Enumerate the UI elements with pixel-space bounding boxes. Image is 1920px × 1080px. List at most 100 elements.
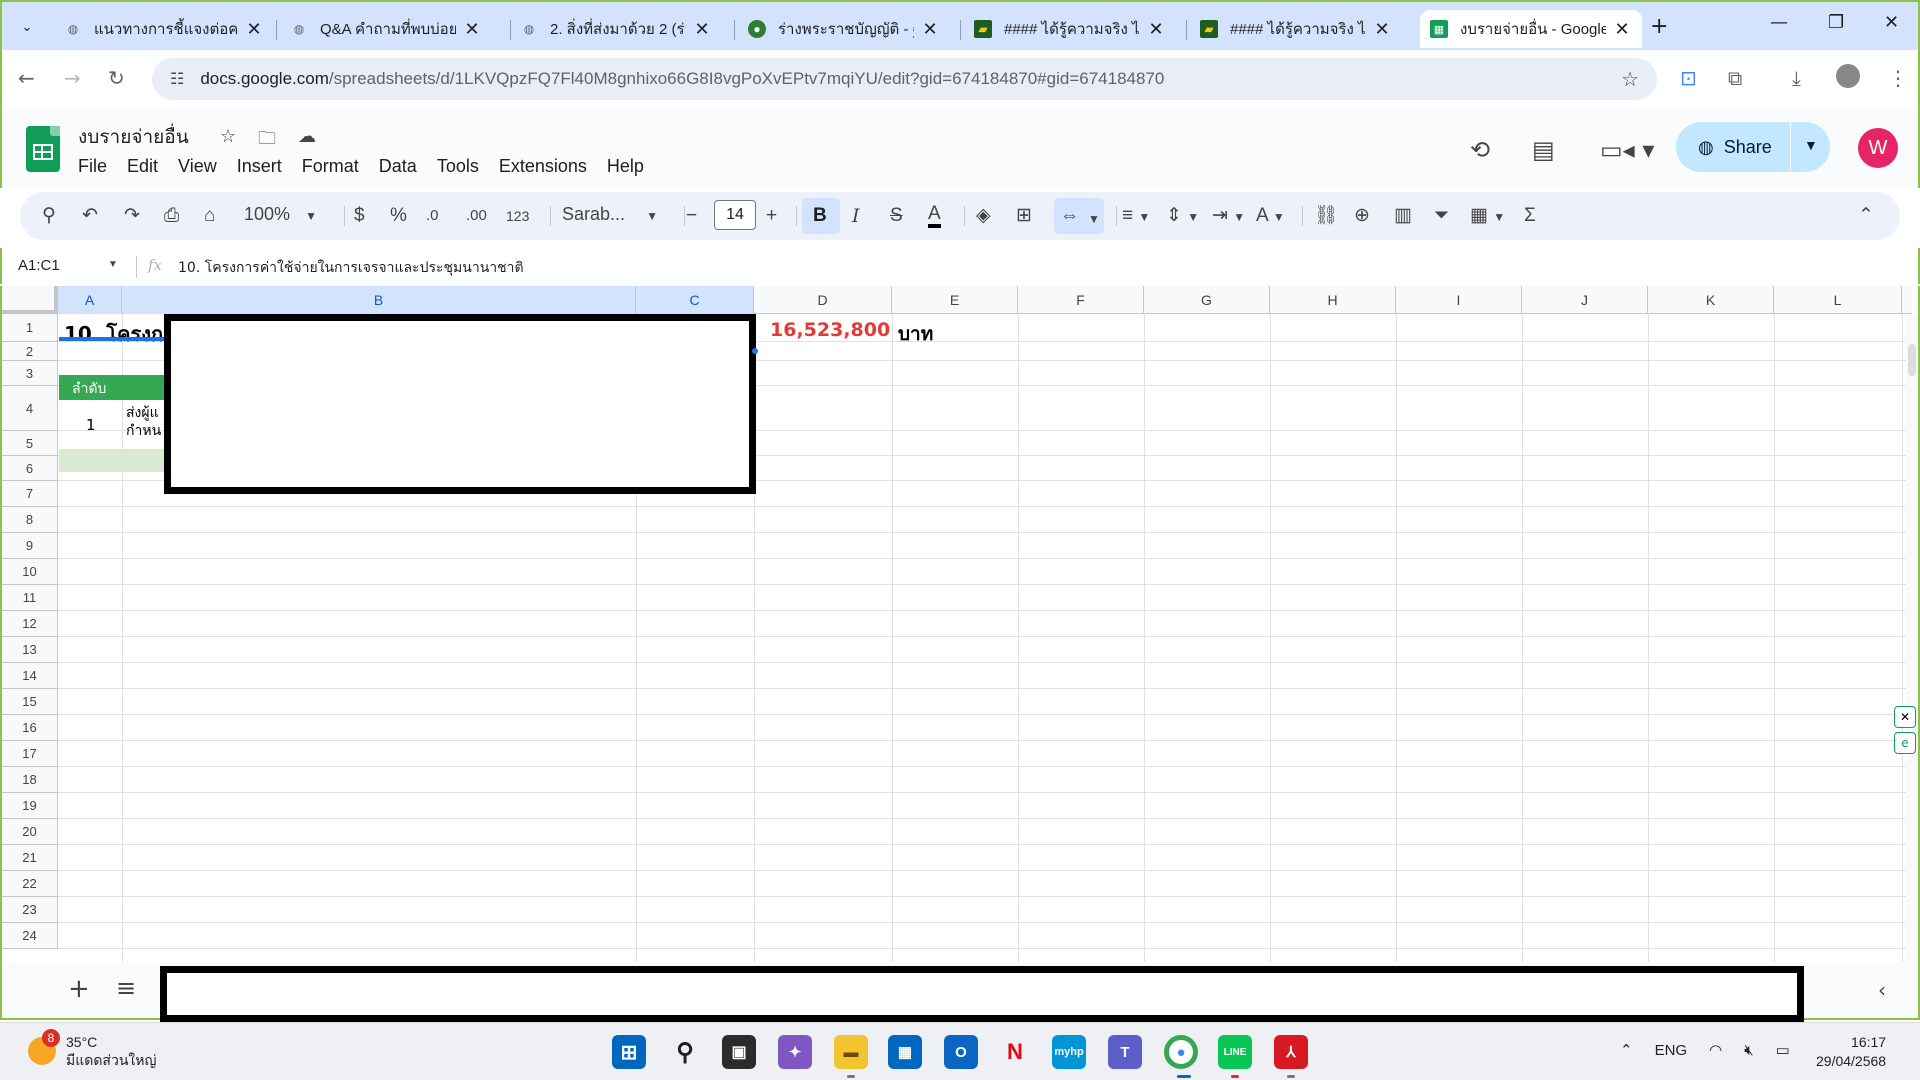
cell-b4[interactable]: ส่งผู้แ กำหน [126,404,166,440]
line-app-icon[interactable]: LINE [1218,1035,1252,1069]
text-wrapping-icon[interactable]: ⇥ ▼ [1212,204,1245,229]
version-history-icon[interactable]: ⟲ [1470,136,1490,164]
row-header-21[interactable]: 21 [2,845,58,871]
site-info-icon[interactable]: ☷ [170,69,184,89]
column-header-l[interactable]: L [1774,286,1902,314]
chrome-icon[interactable]: ● [1164,1035,1198,1069]
row-header-17[interactable]: 17 [2,741,58,767]
language-indicator[interactable]: ENG [1655,1042,1688,1059]
profile-avatar[interactable] [1836,64,1860,88]
menu-insert[interactable]: Insert [227,154,292,179]
font-size-increase-button[interactable]: + [766,204,777,228]
account-avatar[interactable]: W [1858,128,1898,168]
row-header-4[interactable]: 4 [2,386,58,431]
cell-a1[interactable]: 10. โครงก [64,318,163,350]
horizontal-align-icon[interactable]: ≡ ▼ [1122,204,1150,229]
row-header-5[interactable]: 5 [2,431,58,456]
close-icon[interactable]: ✕ [920,19,940,40]
download-icon[interactable]: ⤓ [1792,66,1801,90]
add-sheet-button[interactable]: + [68,974,90,1004]
close-circle-icon[interactable]: ✕ [1894,706,1916,728]
insert-chart-icon[interactable]: ▥ [1394,204,1412,228]
search-menus-icon[interactable]: ⚲ [42,204,56,228]
font-size-input[interactable]: 14 [714,200,756,230]
filter-icon[interactable]: ⏷ [1434,204,1449,228]
row-header-11[interactable]: 11 [2,585,58,611]
selection-handle[interactable] [752,348,758,354]
row-header-18[interactable]: 18 [2,767,58,793]
collapse-toolbar-icon[interactable]: ⌃ [1858,204,1874,228]
forward-button[interactable]: → [64,66,81,90]
row-header-3[interactable]: 3 [2,361,58,386]
tab-search-button[interactable]: ⌄ [14,14,40,40]
font-family-select[interactable]: Sarab... ▼ [562,204,658,225]
restore-button[interactable]: ❐ [1828,12,1844,33]
share-dropdown-icon[interactable]: ▼ [1804,137,1818,153]
new-tab-button[interactable]: + [1650,14,1668,39]
row-header-10[interactable]: 10 [2,559,58,585]
explore-arrow-icon[interactable]: ‹ [1878,978,1886,1002]
column-header-e[interactable]: E [892,286,1018,314]
row-header-19[interactable]: 19 [2,793,58,819]
close-icon[interactable]: ✕ [244,19,264,40]
bold-button[interactable]: B [813,204,827,228]
formula-input[interactable]: 10. โครงการค่าใช้จ่ายในการเจรจาและประชุม… [178,257,524,279]
fill-color-icon[interactable]: ◈ [976,204,991,228]
row-header-14[interactable]: 14 [2,663,58,689]
browser-tab-3[interactable]: ◍ 2. สิ่งที่ส่งมาด้วย 2 (ร่าง) ✕ [510,10,722,48]
redo-icon[interactable]: ↷ [124,204,140,228]
cell-a4[interactable]: 1 [86,416,96,434]
menu-format[interactable]: Format [292,154,369,179]
close-icon[interactable]: ✕ [1146,19,1166,40]
extensions-icon[interactable]: ⧉ [1728,66,1742,90]
row-header-1[interactable]: 1 [2,314,58,342]
browser-tab-5[interactable]: ▰ #### ได้รู้ความจริง ได้บ ✕ [964,10,1176,48]
column-header-k[interactable]: K [1648,286,1774,314]
insert-comment-icon[interactable]: ⊕ [1354,204,1370,228]
acrobat-icon[interactable]: ⅄ [1274,1035,1308,1069]
close-icon[interactable]: ✕ [1612,19,1632,40]
text-rotation-icon[interactable]: A ▼ [1256,204,1285,229]
strikethrough-button[interactable]: S [890,204,903,228]
task-view-icon[interactable]: ▣ [722,1035,756,1069]
netflix-icon[interactable]: N [998,1035,1032,1069]
close-window-button[interactable]: ✕ [1884,12,1899,33]
comments-icon[interactable]: ▤ [1532,136,1555,164]
volume-muted-icon[interactable]: 🔇︎ [1744,1042,1753,1059]
menu-extensions[interactable]: Extensions [489,154,597,179]
select-all-corner[interactable] [2,286,58,314]
row-header-16[interactable]: 16 [2,715,58,741]
row-header-22[interactable]: 22 [2,871,58,897]
search-icon[interactable]: ⚲ [668,1035,702,1069]
bookmark-star-icon[interactable]: ☆ [1621,67,1639,92]
row-header-9[interactable]: 9 [2,533,58,559]
weather-widget[interactable]: 8 35°C มีแดดส่วนใหญ่ [28,1029,156,1069]
borders-icon[interactable]: ⊞ [1016,204,1032,228]
cell-e1[interactable]: บาท [898,319,933,349]
copilot-icon[interactable]: ✦ [778,1035,812,1069]
share-button[interactable]: ◍ Share ▼ [1676,122,1830,172]
sheets-logo-icon[interactable] [26,126,60,172]
chevron-up-icon[interactable]: ⌃ [1620,1041,1633,1059]
cell-d1[interactable]: 16,523,800 [770,319,890,341]
browser-tab-6[interactable]: ▰ #### ได้รู้ความจริง ได้บ ✕ [1190,10,1402,48]
start-windows-icon[interactable]: ⊞ [612,1035,646,1069]
all-sheets-button[interactable]: ≡ [116,974,136,1002]
column-header-d[interactable]: D [754,286,892,314]
back-button[interactable]: ← [18,66,35,90]
teams-icon[interactable]: T [1108,1035,1142,1069]
menu-view[interactable]: View [168,154,227,179]
row-header-20[interactable]: 20 [2,819,58,845]
outlook-icon[interactable]: O [944,1035,978,1069]
column-header-i[interactable]: I [1396,286,1522,314]
addon-icon[interactable]: e [1894,732,1916,754]
row-header-2[interactable]: 2 [2,342,58,361]
move-folder-icon[interactable]: 🗀 [258,126,276,156]
close-icon[interactable]: ✕ [1372,19,1392,40]
print-icon[interactable]: ⎙ [164,204,179,228]
clock[interactable]: 16:17 29/04/2568 [1816,1033,1886,1071]
row-header-7[interactable]: 7 [2,481,58,507]
meet-video-icon[interactable]: ▭◂ ▾ [1600,136,1654,164]
battery-icon[interactable]: ▭ [1776,1041,1790,1059]
row-header-23[interactable]: 23 [2,897,58,923]
